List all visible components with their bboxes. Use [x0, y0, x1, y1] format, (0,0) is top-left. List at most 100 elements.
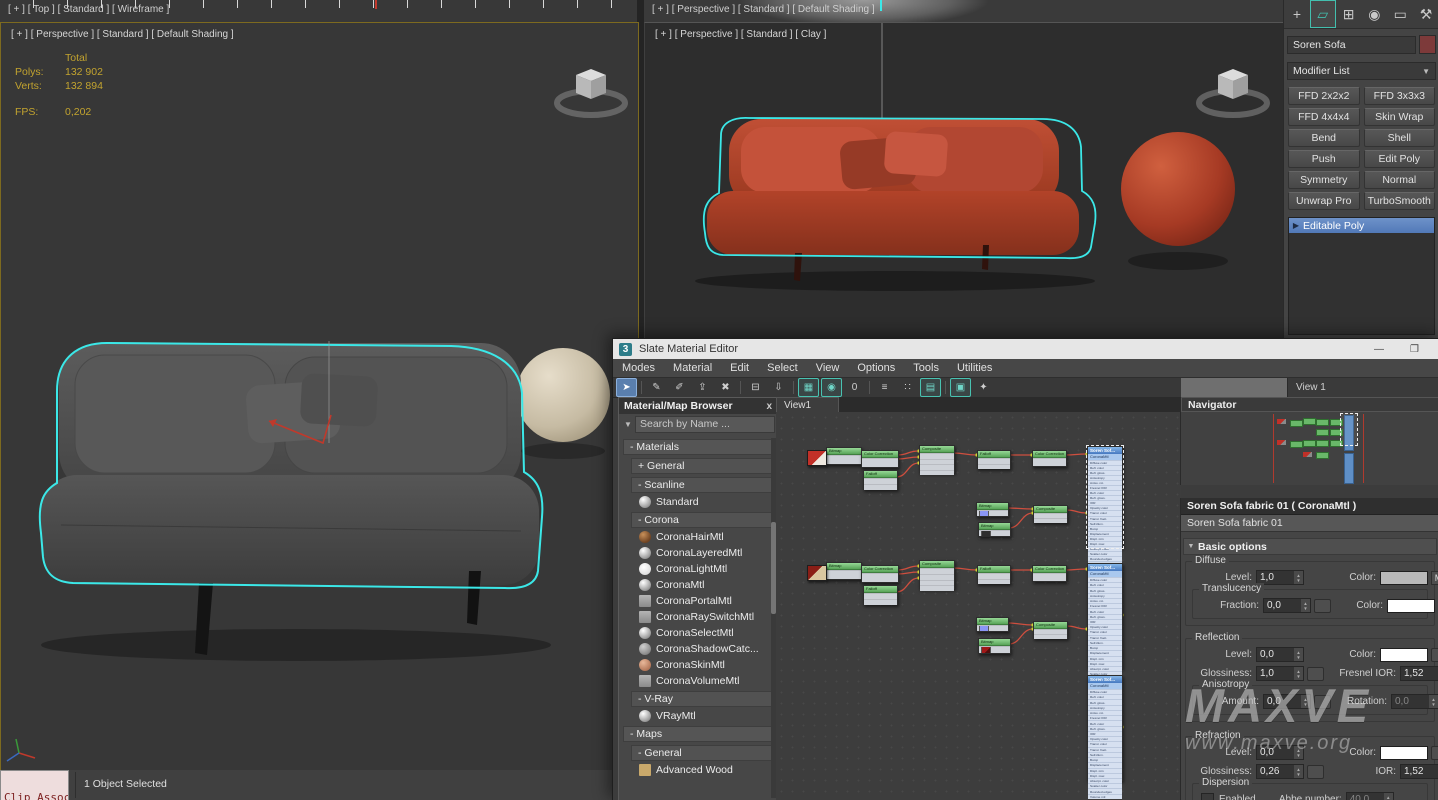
reflection-level-spinner[interactable]: 0,0 ▲▼ — [1256, 647, 1304, 662]
node-bitmap-blue-b[interactable]: Bitmap — [976, 617, 1009, 632]
menu-material[interactable]: Material — [664, 362, 721, 374]
node-colorcorrection-a1[interactable]: Color Correction — [861, 450, 899, 468]
node-composite-b2[interactable]: Composite — [1033, 621, 1068, 639]
tree-group-general[interactable]: + General — [631, 458, 773, 474]
viewport-top-strip[interactable]: [ + ] [ Top ] [ Standard ] [ Wireframe ] — [0, 0, 637, 23]
expand-arrow-icon[interactable]: ▶ — [1289, 221, 1303, 230]
navigator-header[interactable]: Navigator — [1181, 397, 1438, 412]
menu-edit[interactable]: Edit — [721, 362, 758, 374]
translucency-color-swatch[interactable] — [1387, 599, 1435, 613]
tree-group-vray[interactable]: - V-Ray — [631, 691, 773, 707]
node-bitmap-blue-a[interactable]: Bitmap — [976, 502, 1009, 517]
node-falloff-a2[interactable]: Falloff — [977, 450, 1011, 469]
tab-motion[interactable]: ◉ — [1361, 0, 1387, 28]
show-realistic-material-in-viewport-icon[interactable]: ◉ — [821, 378, 842, 397]
modifier-stack[interactable]: ▶ Editable Poly — [1288, 217, 1435, 335]
node-slot[interactable] — [979, 530, 1010, 536]
browser-header[interactable]: Material/Map Browser x — [619, 398, 777, 414]
tab-view1[interactable]: View1 — [776, 397, 839, 412]
menu-utilities[interactable]: Utilities — [948, 362, 1001, 374]
viewport-top-right-strip[interactable]: [ + ] [ Perspective ] [ Standard ] [ Def… — [644, 0, 1283, 23]
tree-group-scanline[interactable]: - Scanline — [631, 477, 773, 493]
map-preview-thumbnail[interactable] — [807, 450, 827, 466]
node-falloff-a[interactable]: Falloff — [863, 470, 898, 490]
select-by-material-icon[interactable]: ✦ — [973, 378, 994, 397]
material-map-browser-toggle-icon[interactable]: ▤ — [920, 378, 941, 397]
tree-item-coronalightmtl[interactable]: CoronaLightMtl — [633, 561, 773, 576]
modifier-button-ffd-2x2x2[interactable]: FFD 2x2x2 — [1288, 87, 1360, 105]
node-falloff-b[interactable]: Falloff — [863, 585, 898, 605]
node-colorcorrection-a2[interactable]: Color Correction — [1032, 450, 1067, 467]
node-slot[interactable] — [864, 484, 897, 490]
node-material-a[interactable]: Soren Sof...CoronaMtlDiffuse colorRefl. … — [1087, 446, 1123, 548]
tree-item-vraymtl[interactable]: VRayMtl — [633, 708, 773, 723]
material-name-field[interactable]: Soren Sofa fabric 01 — [1181, 515, 1438, 532]
maximize-button[interactable]: ❐ — [1410, 344, 1419, 355]
menu-options[interactable]: Options — [848, 362, 904, 374]
node-slot[interactable] — [978, 464, 1010, 470]
reflection-color-map-slot[interactable] — [1431, 648, 1438, 662]
node-composite-b[interactable]: Composite — [919, 560, 955, 589]
layout-all-vertical-icon[interactable]: ≡ — [874, 378, 895, 397]
reflection-glossiness-spinner[interactable]: 1,0 ▲▼ — [1256, 666, 1304, 681]
modifier-list-dropdown[interactable]: Modifier List ▼ — [1287, 62, 1436, 80]
modifier-button-unwrap-pro[interactable]: Unwrap Pro — [1288, 192, 1360, 210]
node-slot[interactable] — [978, 579, 1010, 585]
object-name-field[interactable]: Soren Sofa — [1287, 36, 1416, 54]
minimize-button[interactable]: — — [1374, 344, 1384, 355]
render-map-icon[interactable]: ✐ — [669, 378, 690, 397]
modifier-button-push[interactable]: Push — [1288, 150, 1360, 168]
node-slot[interactable] — [862, 573, 898, 582]
node-slot[interactable] — [1033, 573, 1066, 581]
diffuse-map-button[interactable]: M — [1431, 571, 1438, 585]
menu-modes[interactable]: Modes — [613, 362, 664, 374]
show-shaded-material-in-viewport-icon[interactable]: ▦ — [798, 378, 819, 397]
refraction-color-swatch[interactable] — [1380, 746, 1428, 760]
tree-item-coronaportalmtl[interactable]: CoronaPortalMtl — [633, 593, 773, 608]
search-input[interactable]: Search by Name ... — [635, 416, 775, 433]
translucency-fraction-map-slot[interactable] — [1314, 599, 1331, 613]
node-material-b[interactable]: Soren Sof...CoronaMtlDiffuse colorRefl. … — [1087, 563, 1123, 669]
assign-material-to-selection-icon[interactable]: ⇩ — [768, 378, 789, 397]
node-colorcorrection-b2[interactable]: Color Correction — [1032, 565, 1067, 582]
tree-item-coronahairmtl[interactable]: CoronaHairMtl — [633, 529, 773, 544]
modifier-button-symmetry[interactable]: Symmetry — [1288, 171, 1360, 189]
close-icon[interactable]: x — [766, 401, 772, 412]
stack-item-editable-poly[interactable]: ▶ Editable Poly — [1289, 218, 1434, 233]
tab-utilities[interactable]: ⚒ — [1413, 0, 1438, 28]
tree-item-coronaskinmtl[interactable]: CoronaSkinMtl — [633, 657, 773, 672]
object-color-swatch[interactable] — [1419, 35, 1436, 54]
material-input-slot[interactable]: Volume mtl — [1088, 794, 1122, 799]
modifier-button-ffd-3x3x3[interactable]: FFD 3x3x3 — [1364, 87, 1436, 105]
slate-title-bar[interactable]: 3 Slate Material Editor — ❐ — [613, 339, 1438, 359]
fresnel-ior-spinner[interactable]: 1,52 ▲▼ — [1400, 666, 1438, 681]
abbe-number-spinner[interactable]: 40,0 ▲▼ — [1346, 792, 1394, 800]
delete-selected-icon[interactable]: ✖ — [715, 378, 736, 397]
navigator-minimap[interactable] — [1180, 412, 1438, 485]
node-slot[interactable] — [862, 458, 898, 467]
node-slot[interactable] — [864, 599, 897, 605]
tree-item-coronaselectmtl[interactable]: CoronaSelectMtl — [633, 625, 773, 640]
refraction-level-spinner[interactable]: 0,0 ▲▼ — [1256, 745, 1304, 760]
menu-tools[interactable]: Tools — [904, 362, 948, 374]
modifier-button-shell[interactable]: Shell — [1364, 129, 1436, 147]
menu-select[interactable]: Select — [758, 362, 807, 374]
viewport-perspective-shaded[interactable]: [ + ] [ Perspective ] [ Standard ] [ Def… — [0, 22, 639, 772]
tree-item-coronashadowcatc[interactable]: CoronaShadowCatc... — [633, 641, 773, 656]
viewport-label[interactable]: [ + ] [ Perspective ] [ Standard ] [ Def… — [11, 29, 234, 40]
node-slot[interactable] — [1033, 458, 1066, 466]
node-slot[interactable] — [920, 470, 954, 476]
right-view-tab[interactable]: View 1 — [1287, 378, 1438, 397]
refraction-color-map-slot[interactable] — [1431, 746, 1438, 760]
modifier-button-skin-wrap[interactable]: Skin Wrap — [1364, 108, 1436, 126]
reflection-color-swatch[interactable] — [1380, 648, 1428, 662]
node-slot[interactable] — [979, 646, 1010, 653]
anisotropy-amount-spinner[interactable]: 0,0 ▲▼ — [1263, 694, 1311, 709]
modifier-button-normal[interactable]: Normal — [1364, 171, 1436, 189]
tree-group-general[interactable]: - General — [631, 745, 773, 761]
tree-item-coronavolumemtl[interactable]: CoronaVolumeMtl — [633, 673, 773, 688]
search-filter-dropdown-icon[interactable]: ▼ — [621, 420, 635, 429]
diffuse-color-swatch[interactable] — [1380, 571, 1428, 585]
select-icon[interactable]: ➤ — [616, 378, 637, 397]
tree-group-corona[interactable]: - Corona — [631, 512, 773, 528]
